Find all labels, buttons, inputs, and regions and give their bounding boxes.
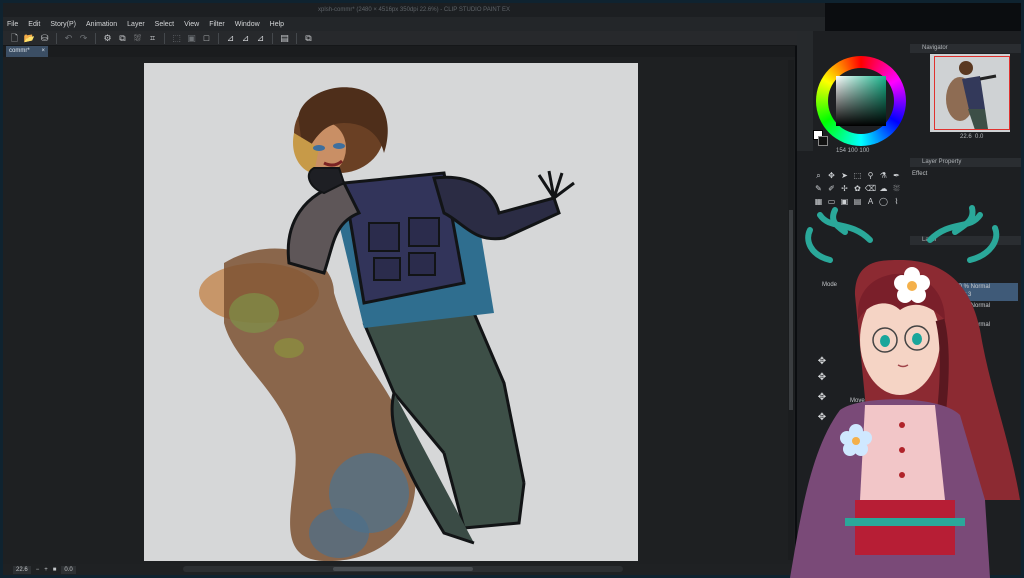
color-wheel[interactable]: [816, 56, 906, 146]
fill-tool-icon[interactable]: ⛆: [891, 183, 902, 194]
toolbar-divider: [218, 32, 219, 44]
saturation-value-square[interactable]: [836, 76, 886, 126]
navigator-view-frame[interactable]: [934, 56, 1010, 130]
sub-color-swatch[interactable]: [818, 136, 828, 146]
brush-tool-icon[interactable]: ✐: [826, 183, 837, 194]
invert-selection-icon[interactable]: ▣: [186, 33, 197, 44]
airbrush-tool-icon[interactable]: ✢: [839, 183, 850, 194]
grid-snap-icon[interactable]: ⊿: [255, 33, 266, 44]
window-title: xplsh-commr* (2480 × 4516px 350dpi 22.6%…: [3, 3, 825, 17]
pen-tool-icon[interactable]: ✒: [891, 170, 902, 181]
zoom-value[interactable]: 22.6: [13, 565, 31, 574]
navigator-title: Navigator: [910, 44, 1021, 53]
move-tool-icon[interactable]: ✥: [826, 170, 837, 181]
menu-story[interactable]: Story(P): [50, 21, 76, 28]
menu-edit[interactable]: Edit: [28, 21, 40, 28]
close-tab-icon[interactable]: ×: [41, 46, 45, 57]
selection-tool-icon[interactable]: ⬚: [852, 170, 863, 181]
menu-select[interactable]: Select: [155, 21, 174, 28]
toolbar-divider: [296, 32, 297, 44]
select-all-icon[interactable]: □: [201, 33, 212, 44]
drawing-canvas[interactable]: [144, 63, 638, 561]
menu-bar: File Edit Story(P) Animation Layer Selec…: [3, 17, 825, 31]
effect-label: Effect: [912, 171, 928, 177]
pencil-tool-icon[interactable]: ✎: [813, 183, 824, 194]
command-bar: 🗋 📂 ⛁ ↶ ↷ ⚙ ⧉ ⛆ ⌗ ⬚ ▣ □ ⊿ ⊿ ⊿ ▤ ⧉: [3, 31, 825, 46]
menu-animation[interactable]: Animation: [86, 21, 117, 28]
artwork-illustration: [199, 87, 575, 561]
copy-icon[interactable]: ⧉: [117, 33, 128, 44]
scrollbar-thumb[interactable]: [333, 567, 473, 571]
zoom-tool-icon[interactable]: ⌕: [813, 170, 824, 181]
menu-layer[interactable]: Layer: [127, 21, 145, 28]
save-icon[interactable]: ⛁: [39, 33, 50, 44]
open-folder-icon[interactable]: 📂: [24, 33, 35, 44]
menu-help[interactable]: Help: [270, 21, 284, 28]
toolbar-divider: [164, 32, 165, 44]
document-tab[interactable]: commr* ×: [6, 46, 48, 57]
status-bar: 22.6 − + ■ 0.0: [3, 564, 825, 575]
zoom-out-icon[interactable]: −: [36, 567, 40, 573]
redo-icon[interactable]: ↷: [78, 33, 89, 44]
ruler-snap-icon[interactable]: ⊿: [225, 33, 236, 44]
rotation-value[interactable]: 0.0: [61, 565, 76, 574]
crop-icon[interactable]: ⌗: [147, 33, 158, 44]
auto-select-tool-icon[interactable]: ⚲: [865, 170, 876, 181]
layer-property-title: Layer Property: [910, 158, 1021, 167]
document-tab-bar: commr* ×: [3, 46, 795, 57]
decoration-tool-icon[interactable]: ✿: [852, 183, 863, 194]
special-ruler-snap-icon[interactable]: ⊿: [240, 33, 251, 44]
toolbar-divider: [95, 32, 96, 44]
settings-gear-icon[interactable]: ⚙: [102, 33, 113, 44]
eraser-tool-icon[interactable]: ⌫: [865, 183, 876, 194]
hsv-readout: 154 100 100: [836, 148, 870, 154]
canvas-horizontal-scrollbar[interactable]: [183, 566, 623, 572]
navigator-angle[interactable]: 0.0: [975, 134, 983, 140]
canvas-workspace[interactable]: [3, 57, 795, 564]
zoom-in-icon[interactable]: +: [44, 567, 48, 573]
vtuber-avatar: [790, 205, 1020, 578]
eyedropper-tool-icon[interactable]: ⚗: [878, 170, 889, 181]
undo-icon[interactable]: ↶: [63, 33, 74, 44]
menu-file[interactable]: File: [7, 21, 18, 28]
toolbar-divider: [272, 32, 273, 44]
toolbar-divider: [56, 32, 57, 44]
navigator-zoom[interactable]: 22.6: [960, 134, 972, 140]
menu-filter[interactable]: Filter: [209, 21, 225, 28]
deselect-icon[interactable]: ⬚: [171, 33, 182, 44]
menu-window[interactable]: Window: [235, 21, 260, 28]
operation-tool-icon[interactable]: ➤: [839, 170, 850, 181]
material-icon[interactable]: ▤: [279, 33, 290, 44]
navigator-zoom-readout: 22.6 0.0: [960, 134, 983, 140]
menu-view[interactable]: View: [184, 21, 199, 28]
document-tab-label: commr*: [9, 48, 30, 54]
fit-icon[interactable]: ■: [53, 567, 57, 573]
panel-icon-strip: [797, 31, 813, 151]
external-link-icon[interactable]: ⧉: [303, 33, 314, 44]
blend-tool-icon[interactable]: ☁: [878, 183, 889, 194]
new-file-icon[interactable]: 🗋: [9, 33, 20, 44]
fill-bucket-icon[interactable]: ⛆: [132, 33, 143, 44]
